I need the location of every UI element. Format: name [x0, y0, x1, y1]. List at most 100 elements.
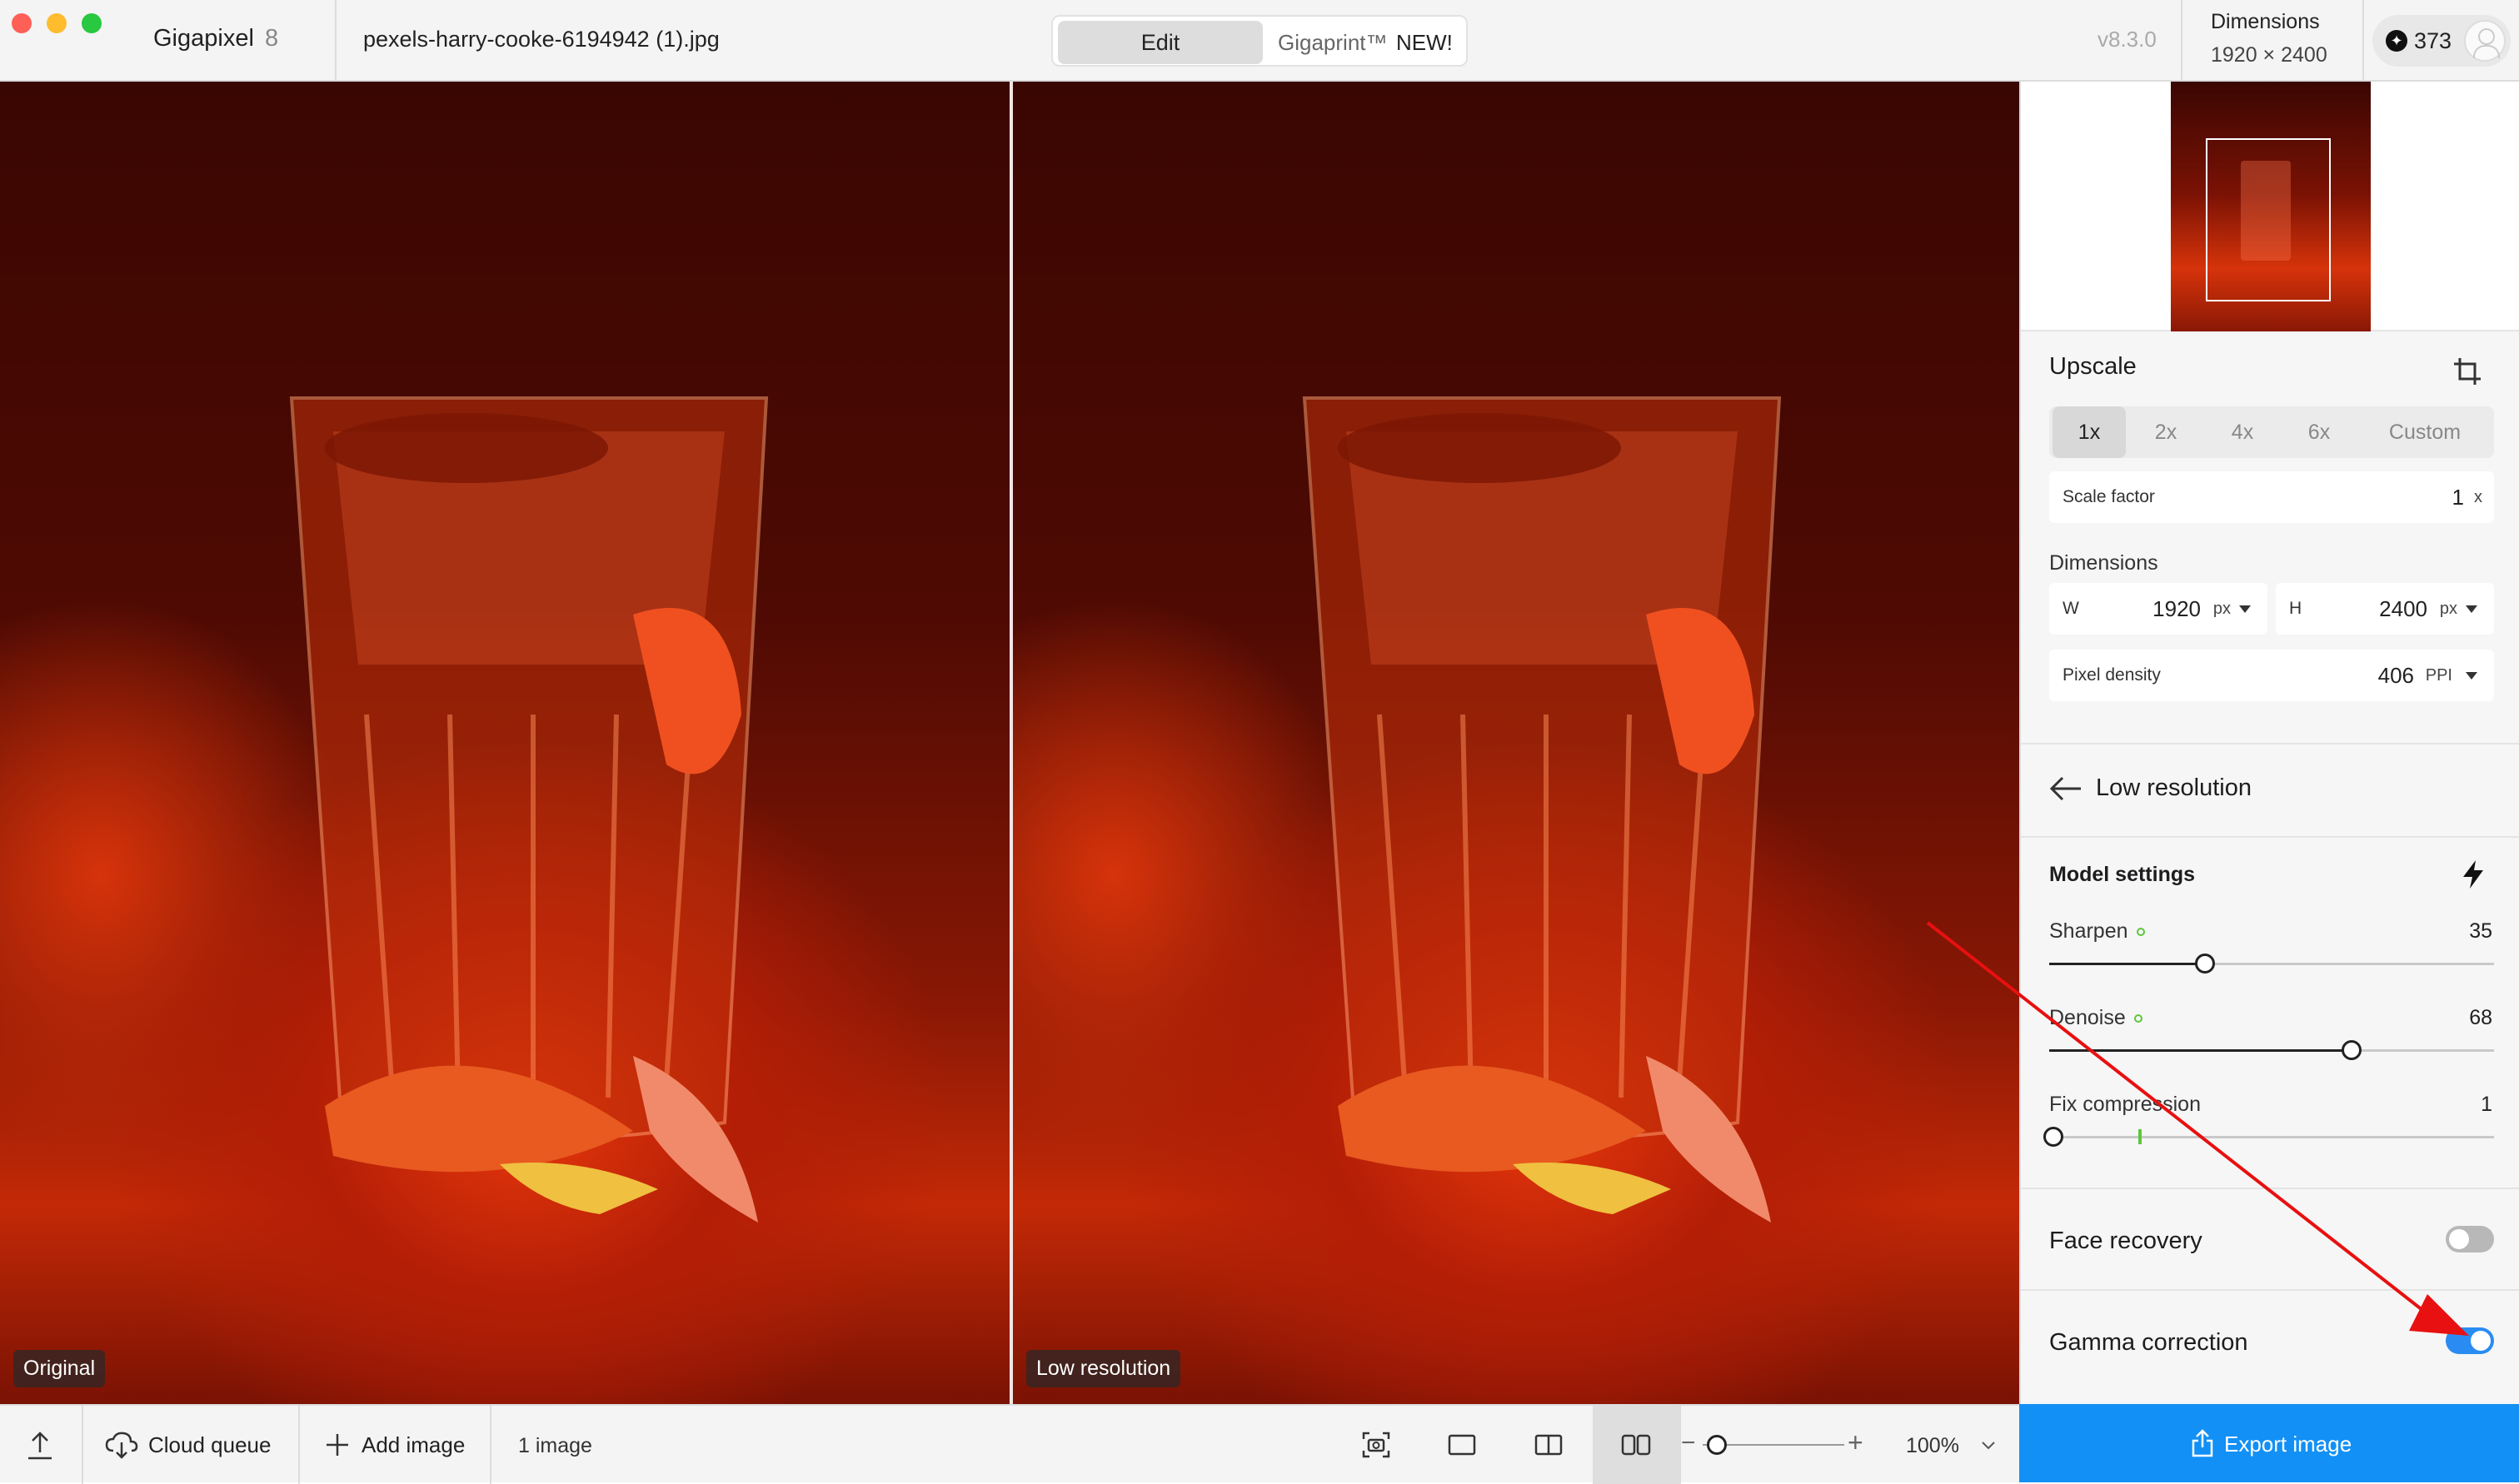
chevron-down-icon[interactable] [2466, 605, 2477, 613]
credits-pill[interactable]: ✦ 373 [2372, 15, 2511, 67]
mode-switch: Edit Gigaprint™ NEW! [1051, 15, 1468, 67]
denoise-value[interactable]: 68 [2469, 1006, 2492, 1030]
zoom-in-button[interactable]: + [1848, 1427, 1863, 1458]
crop-icon[interactable] [2452, 356, 2482, 386]
chevron-down-icon[interactable] [2466, 672, 2477, 680]
width-value[interactable]: 1920 [2152, 596, 2201, 622]
gamma-correction-toggle[interactable] [2446, 1327, 2494, 1354]
single-view-button[interactable] [1419, 1406, 1506, 1484]
fix-compression-slider[interactable] [2043, 1127, 2494, 1147]
camera-focus-icon [1362, 1432, 1390, 1458]
dimensions-value: 1920 × 2400 [2211, 43, 2327, 67]
denoise-slider-fill [2049, 1049, 2352, 1052]
image-count: 1 image [518, 1434, 592, 1457]
scale-option-6x[interactable]: 6x [2282, 406, 2356, 458]
title-bar: Gigapixel 8 pexels-harry-cooke-6194942 (… [0, 0, 2519, 82]
export-image-label: Export image [2224, 1432, 2352, 1457]
scale-option-2x[interactable]: 2x [2129, 406, 2202, 458]
pixel-density-label: Pixel density [2063, 665, 2161, 685]
modified-dot [2136, 928, 2145, 937]
scale-factor-label: Scale factor [2063, 487, 2155, 506]
upload-icon[interactable] [25, 1431, 55, 1461]
fix-compression-label: Fix compression [2049, 1093, 2201, 1116]
sharpen-value[interactable]: 35 [2469, 919, 2492, 944]
zoom-out-button[interactable]: − [1681, 1429, 1696, 1457]
sharpen-slider[interactable] [2049, 954, 2494, 974]
minimize-window-button[interactable] [47, 13, 67, 33]
divider [2021, 1188, 2519, 1189]
chevron-down-icon[interactable] [2239, 605, 2251, 613]
upscale-title: Upscale [2049, 353, 2137, 380]
divider [335, 0, 337, 82]
modified-dot [2133, 1014, 2142, 1023]
height-unit: px [2439, 600, 2457, 618]
sharpen-slider-knob[interactable] [2194, 954, 2215, 974]
pixel-density-field[interactable]: Pixel density 406 PPI [2049, 650, 2494, 701]
scale-factor-value[interactable]: 1 [2452, 485, 2464, 510]
divider [2362, 0, 2364, 82]
divider [490, 1406, 491, 1484]
cloud-queue-label: Cloud queue [148, 1432, 272, 1457]
denoise-label: Denoise [2049, 1006, 2142, 1030]
avatar[interactable] [2464, 20, 2506, 62]
back-arrow-icon[interactable] [2049, 774, 2083, 803]
height-value[interactable]: 2400 [2379, 596, 2427, 622]
add-image-button[interactable]: Add image [300, 1406, 488, 1484]
fix-compression-slider-knob[interactable] [2043, 1127, 2064, 1147]
toggle-knob [2449, 1229, 2469, 1249]
face-recovery-label: Face recovery [2049, 1228, 2202, 1254]
viewer-preview[interactable]: Low resolution [1013, 82, 2023, 1404]
gamma-correction-label: Gamma correction [2049, 1329, 2248, 1356]
credits-count: 373 [2414, 28, 2452, 53]
close-window-button[interactable] [12, 13, 32, 33]
navigator [2021, 82, 2519, 331]
chevron-down-icon[interactable] [1981, 1437, 1996, 1452]
denoise-slider[interactable] [2049, 1040, 2494, 1060]
split-view-button[interactable] [1506, 1406, 1593, 1484]
scale-option-4x[interactable]: 4x [2206, 406, 2279, 458]
viewer-original[interactable]: Original [0, 82, 1010, 1404]
bottom-toolbar: Cloud queue Add image 1 image − + 100% [0, 1404, 2019, 1484]
height-label: H [2289, 599, 2302, 618]
zoom-window-button[interactable] [82, 13, 102, 33]
scale-option-custom[interactable]: Custom [2362, 406, 2487, 458]
build-version: v8.3.0 [2098, 27, 2157, 52]
single-view-icon [1448, 1434, 1476, 1456]
model-preview-label: Low resolution [1026, 1350, 1181, 1387]
scale-option-1x[interactable]: 1x [2053, 406, 2126, 458]
denoise-slider-knob[interactable] [2342, 1040, 2362, 1060]
tab-gigaprint[interactable]: Gigaprint™ [1278, 21, 1388, 64]
face-recovery-toggle[interactable] [2446, 1226, 2494, 1252]
screenshot-button[interactable] [1333, 1406, 1419, 1484]
scale-factor-field[interactable]: Scale factor 1 x [2049, 471, 2494, 523]
file-name: pexels-harry-cooke-6194942 (1).jpg [363, 27, 720, 52]
width-field[interactable]: W 1920 px [2049, 583, 2267, 635]
width-unit: px [2212, 600, 2231, 618]
zoom-slider-knob[interactable] [1707, 1435, 1727, 1455]
cloud-queue-button[interactable]: Cloud queue [83, 1406, 297, 1484]
app-version-badge: 8 [265, 25, 279, 52]
pixel-density-value[interactable]: 406 [2378, 663, 2414, 689]
height-field[interactable]: H 2400 px [2276, 583, 2494, 635]
side-by-side-view-button[interactable] [1593, 1406, 1679, 1484]
divider [2181, 0, 2182, 82]
divider [2021, 836, 2519, 838]
model-settings-title: Model settings [2049, 863, 2196, 886]
model-back-row[interactable]: Low resolution [2021, 743, 2519, 836]
bolt-icon[interactable] [2461, 859, 2486, 889]
export-image-button[interactable]: Export image [2019, 1404, 2519, 1482]
scale-factor-unit: x [2474, 488, 2482, 506]
navigator-thumbnail[interactable] [2171, 82, 2371, 331]
model-name: Low resolution [2096, 774, 2252, 801]
pixel-density-unit: PPI [2425, 666, 2452, 685]
scale-options: 1x 2x 4x 6x Custom [2049, 406, 2494, 458]
width-label: W [2063, 599, 2079, 618]
photo-scene [289, 396, 769, 1223]
add-image-label: Add image [362, 1432, 466, 1457]
zoom-value[interactable]: 100% [1906, 1434, 1959, 1458]
sharpen-slider-fill [2049, 963, 2205, 965]
divider [2021, 1289, 2519, 1291]
tab-edit[interactable]: Edit [1058, 21, 1263, 64]
fix-compression-value[interactable]: 1 [2481, 1093, 2492, 1117]
navigator-viewport-frame[interactable] [2206, 138, 2331, 301]
